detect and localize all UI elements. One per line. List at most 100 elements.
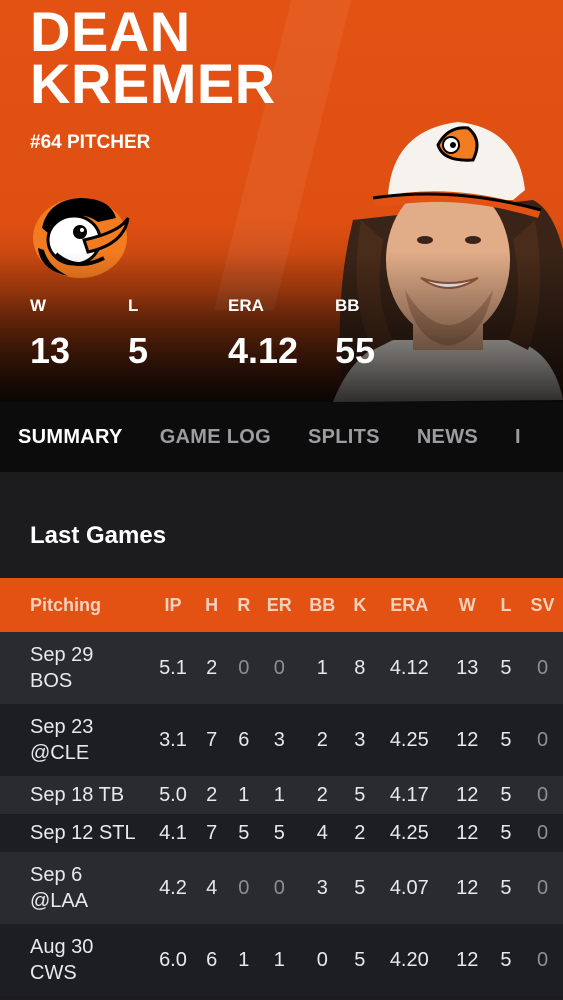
- game-cell: Sep 6 @LAA: [0, 852, 151, 924]
- stat-cell: 5.1: [150, 632, 196, 704]
- table-row[interactable]: Sep 6 @LAA 4.2 4 0 0 3 5 4.07 12 5 0: [0, 852, 563, 924]
- stat-cell: 7: [195, 814, 228, 852]
- stat-era: ERA 4.12: [228, 296, 298, 372]
- column-header: IP: [150, 578, 196, 632]
- stat-value: 13: [30, 330, 71, 371]
- column-header: BB: [298, 578, 346, 632]
- game-opponent: @LAA: [30, 890, 89, 912]
- game-cell: Sep 18 TB: [0, 776, 151, 814]
- tab-summary[interactable]: SUMMARY: [18, 426, 123, 449]
- stat-cell: 0: [227, 632, 260, 704]
- stat-cell: 2: [298, 776, 346, 814]
- game-opponent: BOS: [30, 670, 73, 692]
- stat-cell: 4.2: [150, 852, 196, 924]
- column-header: Pitching: [0, 578, 151, 632]
- stat-label: L: [128, 296, 139, 315]
- stat-cell: 0: [227, 852, 260, 924]
- table-header-row: Pitching IP H R ER BB K ERA W L SV: [0, 578, 563, 632]
- column-header: SV: [522, 578, 563, 632]
- stat-cell: 0: [522, 852, 563, 924]
- stat-cell: 12: [444, 704, 490, 776]
- season-stats: W 13 L 5 ERA 4.12 BB 55: [0, 296, 563, 376]
- stat-cell: 4.1: [150, 814, 196, 852]
- stat-walks: BB 55: [335, 296, 375, 372]
- stat-value: 55: [335, 330, 376, 371]
- stat-cell: 4.07: [373, 852, 445, 924]
- stat-cell: 5: [345, 924, 374, 996]
- game-date: Sep 12 STL: [30, 822, 136, 844]
- stat-losses: L 5: [128, 296, 148, 372]
- stat-cell: 0: [259, 852, 299, 924]
- game-date: Sep 6: [30, 864, 83, 886]
- stat-cell: 5: [489, 814, 523, 852]
- stat-cell: 12: [444, 814, 490, 852]
- table-row[interactable]: Sep 23 @CLE 3.1 7 6 3 2 3 4.25 12 5 0: [0, 704, 563, 776]
- game-cell: Sep 29 BOS: [0, 632, 151, 704]
- tab-news[interactable]: NEWS: [417, 426, 478, 449]
- stat-label: W: [30, 296, 47, 315]
- stat-cell: 0: [522, 704, 563, 776]
- last-games-table: Pitching IP H R ER BB K ERA W L SV Sep 2…: [0, 578, 563, 996]
- stat-cell: 2: [298, 704, 346, 776]
- column-header: ER: [259, 578, 299, 632]
- stat-cell: 4: [298, 814, 346, 852]
- stat-cell: 5: [345, 776, 374, 814]
- stat-cell: 4.20: [373, 924, 445, 996]
- stat-cell: 1: [259, 776, 299, 814]
- stat-cell: 13: [444, 632, 490, 704]
- player-name: DEAN KREMER: [30, 4, 276, 115]
- game-date: Sep 18 TB: [30, 784, 125, 806]
- stat-cell: 1: [227, 776, 260, 814]
- player-header: DEAN KREMER #64 PITCHER W 13 L 5 ERA 4.1…: [0, 0, 563, 402]
- stat-cell: 1: [298, 632, 346, 704]
- stat-cell: 8: [345, 632, 374, 704]
- game-date: Sep 23: [30, 716, 94, 738]
- table-row[interactable]: Sep 18 TB 5.0 2 1 1 2 5 4.17 12 5 0: [0, 776, 563, 814]
- stat-cell: 12: [444, 776, 490, 814]
- stat-cell: 0: [522, 814, 563, 852]
- stat-label: BB: [335, 296, 360, 315]
- stat-cell: 6: [227, 704, 260, 776]
- column-header: W: [444, 578, 490, 632]
- stat-cell: 5.0: [150, 776, 196, 814]
- stat-cell: 2: [195, 776, 228, 814]
- game-cell: Sep 23 @CLE: [0, 704, 151, 776]
- stat-cell: 1: [259, 924, 299, 996]
- stat-cell: 5: [489, 924, 523, 996]
- game-cell: Sep 12 STL: [0, 814, 151, 852]
- stat-cell: 5: [345, 852, 374, 924]
- stat-cell: 3: [259, 704, 299, 776]
- stat-cell: 4.25: [373, 814, 445, 852]
- stat-cell: 12: [444, 852, 490, 924]
- player-number-position: #64 PITCHER: [30, 132, 151, 153]
- tab-splits[interactable]: SPLITS: [308, 426, 380, 449]
- stat-cell: 7: [195, 704, 228, 776]
- section-title-last-games: Last Games: [30, 522, 167, 549]
- column-header: ERA: [373, 578, 445, 632]
- stat-cell: 4.12: [373, 632, 445, 704]
- stat-cell: 5: [227, 814, 260, 852]
- stat-cell: 1: [227, 924, 260, 996]
- stat-cell: 0: [298, 924, 346, 996]
- stat-cell: 3: [345, 704, 374, 776]
- stat-cell: 5: [489, 704, 523, 776]
- stat-cell: 5: [259, 814, 299, 852]
- game-date: Sep 29: [30, 644, 94, 666]
- column-header: L: [489, 578, 523, 632]
- table-row[interactable]: Aug 30 CWS 6.0 6 1 1 0 5 4.20 12 5 0: [0, 924, 563, 996]
- player-last-name: KREMER: [30, 52, 276, 115]
- stat-cell: 4.17: [373, 776, 445, 814]
- stat-cell: 0: [522, 632, 563, 704]
- game-opponent: CWS: [30, 962, 77, 984]
- stat-cell: 6: [195, 924, 228, 996]
- tab-bar: SUMMARY GAME LOG SPLITS NEWS I: [0, 402, 563, 472]
- stat-cell: 5: [489, 852, 523, 924]
- tab-game-log[interactable]: GAME LOG: [160, 426, 271, 449]
- stat-cell: 6.0: [150, 924, 196, 996]
- table-row[interactable]: Sep 29 BOS 5.1 2 0 0 1 8 4.12 13 5 0: [0, 632, 563, 704]
- game-date: Aug 30: [30, 936, 94, 958]
- tab-more[interactable]: I: [515, 426, 521, 449]
- column-header: H: [195, 578, 228, 632]
- stat-value: 5: [128, 330, 149, 371]
- table-row[interactable]: Sep 12 STL 4.1 7 5 5 4 2 4.25 12 5 0: [0, 814, 563, 852]
